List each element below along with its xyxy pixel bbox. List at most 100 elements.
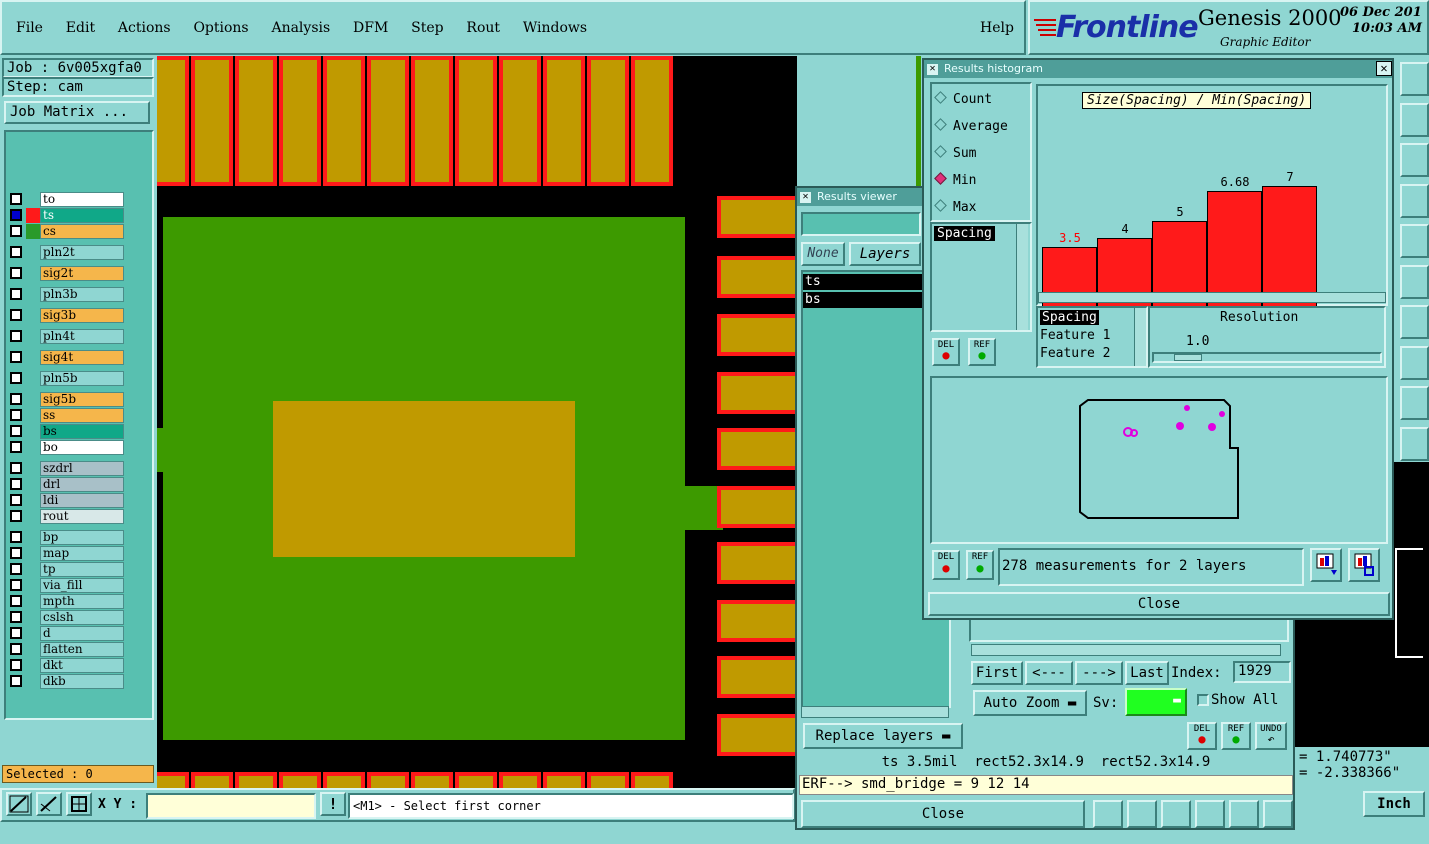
layer-checkbox[interactable] [10,595,22,607]
tool-s-icon[interactable] [1400,102,1429,137]
viewer-ref-button[interactable]: REF ● [1221,722,1251,750]
axis-item-feature1[interactable]: Feature 1 [1040,328,1110,343]
histogram-bar[interactable] [1207,191,1262,308]
sv-dropdown[interactable]: ▬ [1125,688,1187,716]
layer-row-szdrl[interactable]: szdrl [8,461,124,476]
layer-name[interactable]: ss [40,408,124,423]
layer-row-sig4t[interactable]: sig4t [8,350,124,365]
layer-row-dkb[interactable]: dkb [8,674,124,689]
layer-name[interactable]: sig5b [40,392,124,407]
histogram-close-button[interactable]: Close [928,592,1390,616]
layer-checkbox[interactable] [10,351,22,363]
layer-checkbox[interactable] [10,393,22,405]
preview-area[interactable] [930,376,1388,544]
layer-checkbox[interactable] [10,611,22,623]
last-button[interactable]: Last [1125,661,1169,685]
menu-help[interactable]: Help [980,20,1014,36]
layer-row-bp[interactable]: bp [8,530,124,545]
layer-checkbox[interactable] [10,510,22,522]
grid-icon[interactable] [66,792,92,816]
layer-checkbox[interactable] [10,209,22,221]
axis-item-spacing[interactable]: Spacing [1040,310,1099,325]
layers-button[interactable]: Layers [849,242,921,266]
layer-name[interactable]: map [40,546,124,561]
layer-checkbox[interactable] [10,563,22,575]
layer-row-rout[interactable]: rout [8,509,124,524]
layer-name[interactable]: rout [40,509,124,524]
layer-row-map[interactable]: map [8,546,124,561]
connect-tool-icon[interactable] [1400,264,1429,299]
measure-icon[interactable] [36,792,62,816]
chart-hscroll[interactable] [1038,292,1386,303]
histogram-close-x-button[interactable]: ✕ [1376,61,1392,76]
help-query-icon[interactable] [1400,143,1429,177]
close-icon[interactable]: ✕ [800,192,811,203]
layout-icon[interactable] [1400,62,1429,96]
layer-name[interactable]: pln4t [40,329,124,344]
layer-name[interactable]: d [40,626,124,641]
alert-icon[interactable]: ! [320,792,346,816]
viewer-undo-button[interactable]: UNDO ↶ [1255,722,1287,750]
layer-name[interactable]: drl [40,477,124,492]
none-button[interactable]: None [801,242,845,266]
preview-del-button[interactable]: DEL ● [932,550,960,580]
layer-name[interactable]: via_fill [40,578,124,593]
layer-row-via_fill[interactable]: via_fill [8,578,124,593]
layer-name[interactable]: ldi [40,493,124,508]
layer-row-sig2t[interactable]: sig2t [8,266,124,281]
slider-handle[interactable] [1174,354,1202,361]
layer-name[interactable]: ts [40,208,124,223]
mode-sum-radio[interactable]: Sum [934,145,976,161]
layer-checkbox[interactable] [10,462,22,474]
menu-rout[interactable]: Rout [466,20,500,36]
layer-checkbox[interactable] [10,579,22,591]
layer-checkbox[interactable] [10,643,22,655]
layer-row-mpth[interactable]: mpth [8,594,124,609]
layer-row-pln3b[interactable]: pln3b [8,287,124,302]
circle-tool-icon[interactable] [1400,224,1429,258]
axis-list-vscroll[interactable] [1134,308,1146,366]
histogram-ref-button[interactable]: REF ● [968,338,996,366]
layer-name[interactable]: cs [40,224,124,239]
layer-row-tp[interactable]: tp [8,562,124,577]
layer-name[interactable]: pln2t [40,245,124,260]
layer-name[interactable]: bs [40,424,124,439]
layer-row-dkt[interactable]: dkt [8,658,124,673]
menu-windows[interactable]: Windows [523,20,587,36]
layer-row-bs[interactable]: bs [8,424,124,439]
layer-name[interactable]: pln3b [40,287,124,302]
index-input[interactable]: 1929 [1233,661,1291,683]
layer-name[interactable]: sig2t [40,266,124,281]
layer-row-d[interactable]: d [8,626,124,641]
mode-average-radio[interactable]: Average [934,118,1008,134]
layer-checkbox[interactable] [10,478,22,490]
preview-ref-button[interactable]: REF ● [966,550,994,580]
show-all-checkbox[interactable] [1197,694,1209,706]
layer-name[interactable]: dkb [40,674,124,689]
graphic-canvas[interactable] [157,56,797,788]
layer-row-cs[interactable]: cs [8,224,124,239]
layer-row-ldi[interactable]: ldi [8,493,124,508]
resolution-slider[interactable] [1152,352,1382,363]
layer-name[interactable]: bo [40,440,124,455]
layer-row-pln5b[interactable]: pln5b [8,371,124,386]
replace-layers-button[interactable]: Replace layers ▬ [803,723,963,749]
analysis-tool-icon[interactable] [1400,183,1429,218]
layer-checkbox[interactable] [10,494,22,506]
axis-item-feature2[interactable]: Feature 2 [1040,346,1110,361]
layer-checkbox[interactable] [10,659,22,671]
delete-tool-icon[interactable] [1127,800,1157,828]
mode-max-radio[interactable]: Max [934,199,976,215]
layer-name[interactable]: mpth [40,594,124,609]
layer-name[interactable]: flatten [40,642,124,657]
layer-checkbox[interactable] [10,441,22,453]
layer-checkbox[interactable] [10,288,22,300]
layer-row-pln2t[interactable]: pln2t [8,245,124,260]
layer-row-bo[interactable]: bo [8,440,124,455]
cross-tool-icon[interactable] [1161,800,1191,828]
layer-checkbox[interactable] [10,225,22,237]
layer-name[interactable]: szdrl [40,461,124,476]
layer-name[interactable]: tp [40,562,124,577]
menu-file[interactable]: File [16,20,43,36]
layer-name[interactable]: sig4t [40,350,124,365]
